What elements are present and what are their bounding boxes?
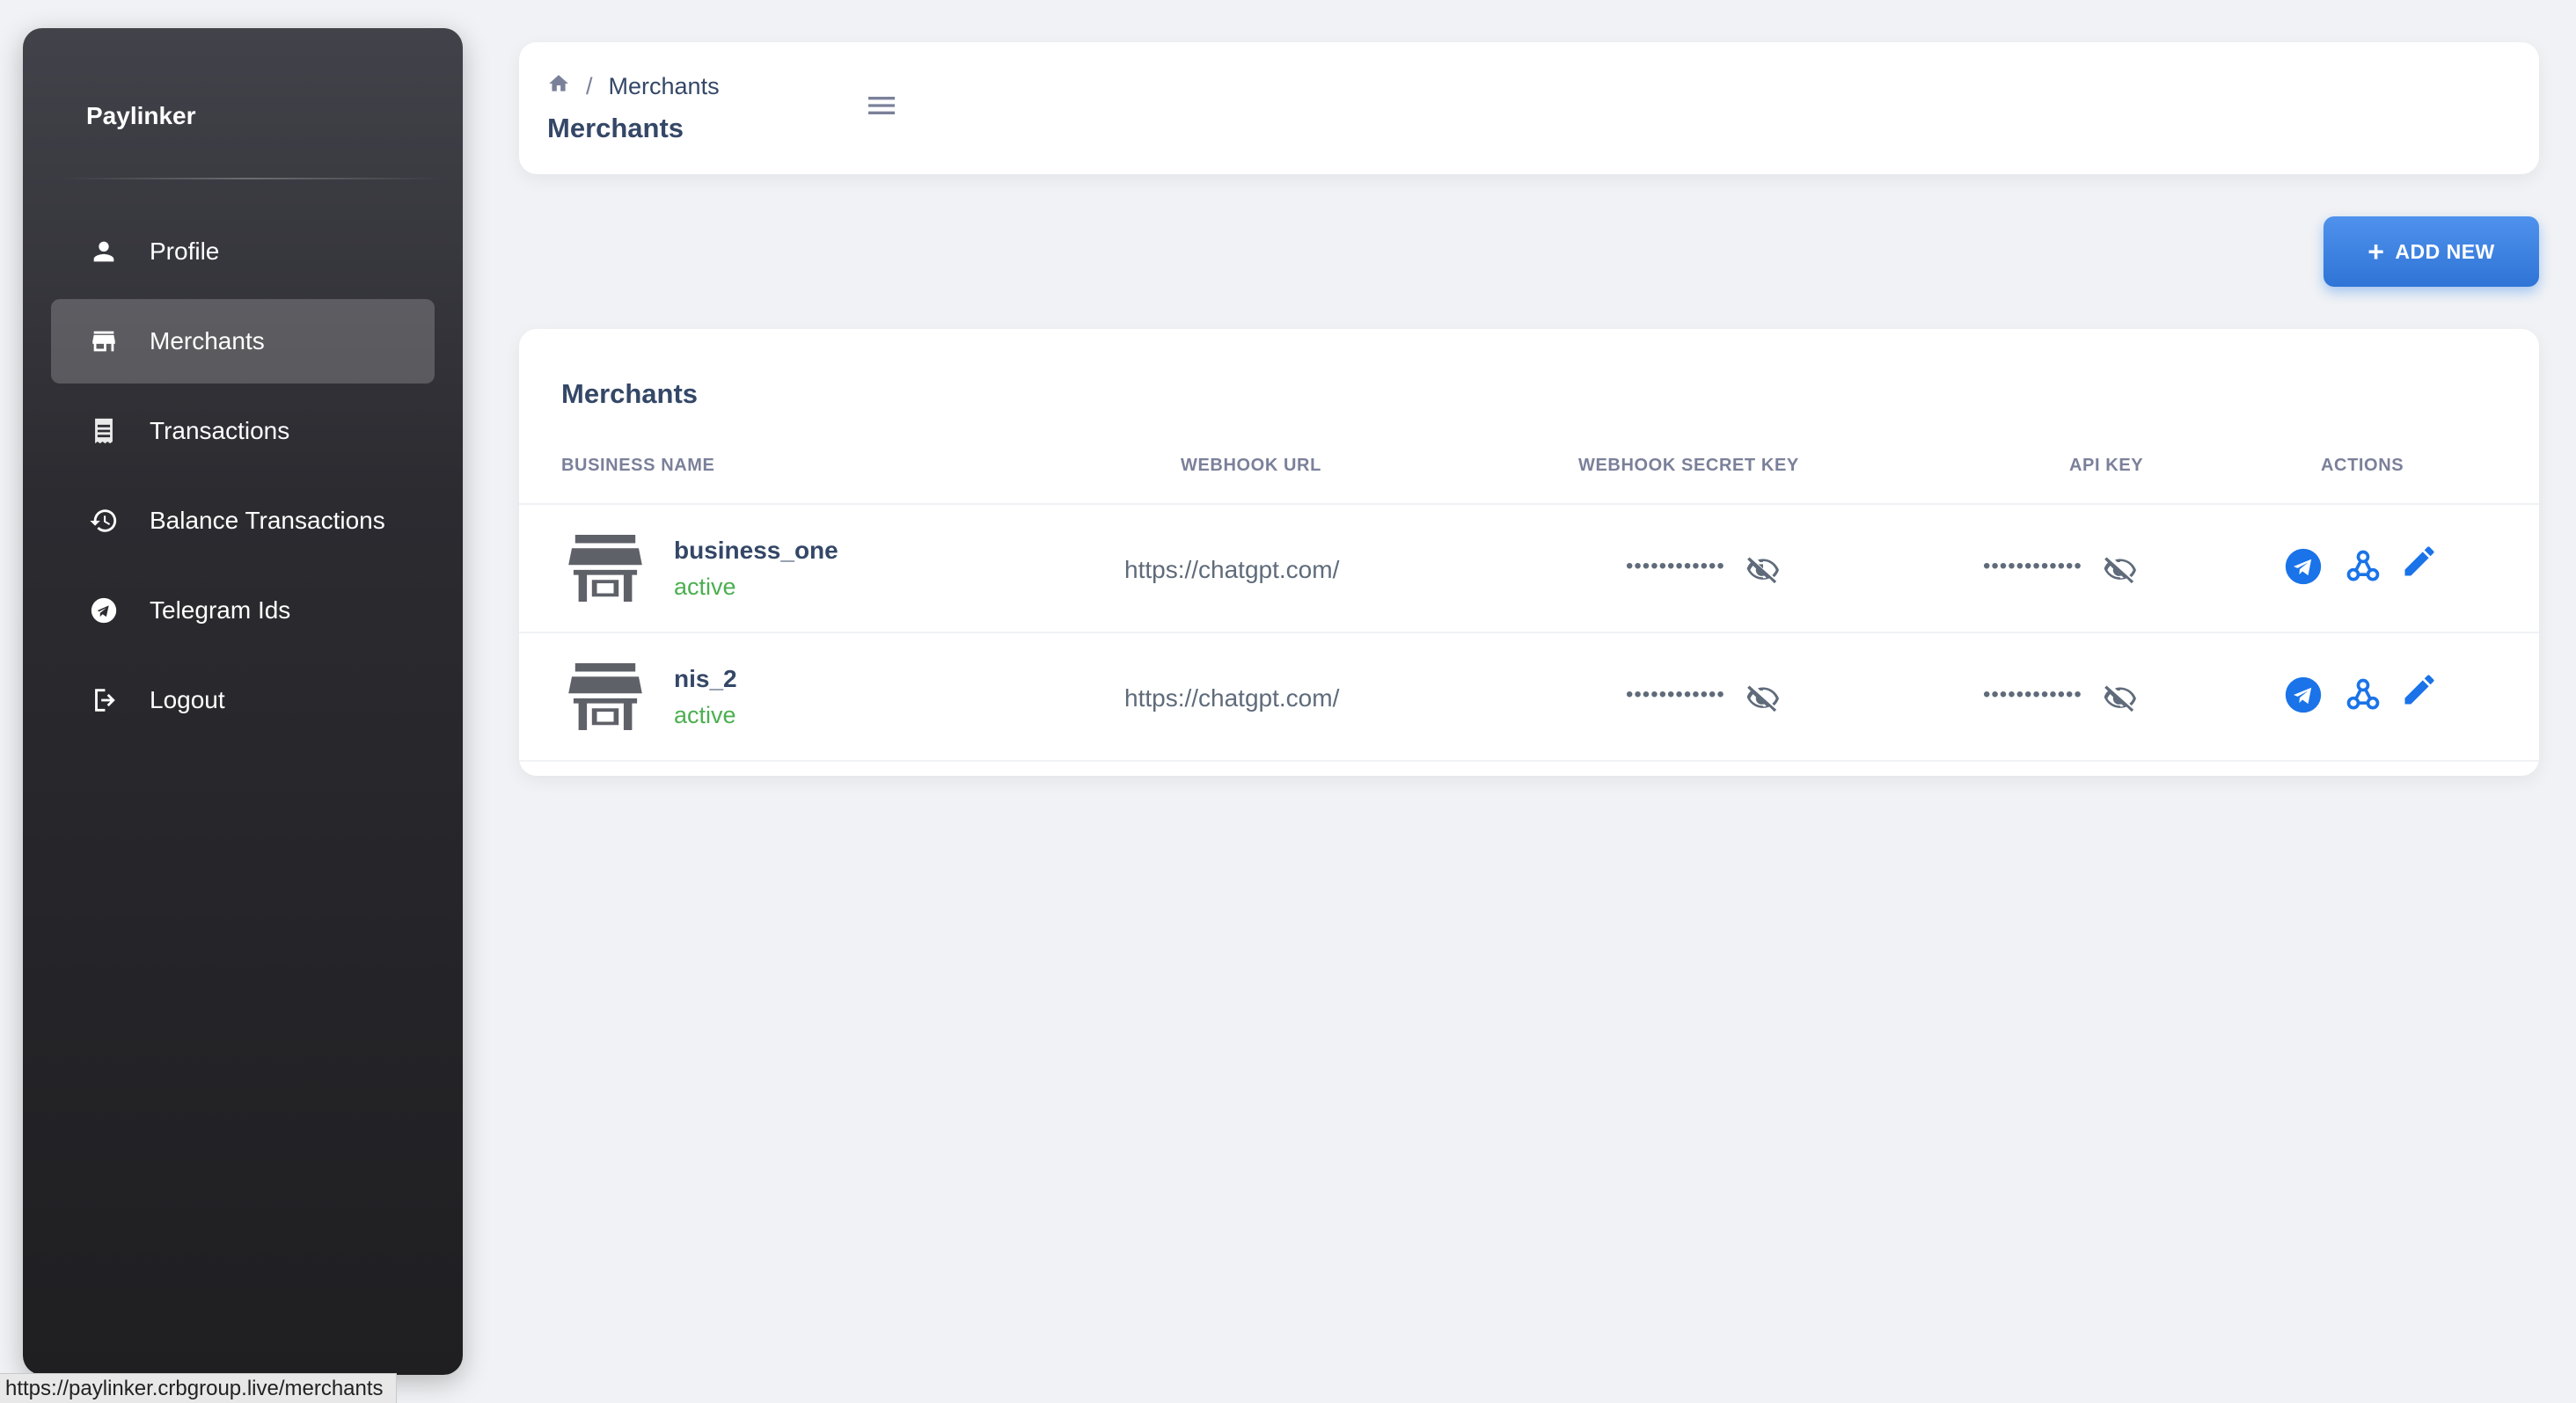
edit-icon[interactable]: [2400, 542, 2439, 581]
browser-status-url: https://paylinker.crbgroup.live/merchant…: [0, 1373, 397, 1403]
logout-icon: [86, 683, 121, 718]
sidebar-item-label: Telegram Ids: [150, 596, 291, 624]
sidebar-item-balance-transactions[interactable]: Balance Transactions: [51, 479, 435, 563]
edit-icon[interactable]: [2400, 670, 2439, 709]
sidebar-item-telegram-ids[interactable]: Telegram Ids: [51, 568, 435, 653]
column-header-webhook-url: WEBHOOK URL: [1181, 456, 1321, 475]
webhook-url: https://chatgpt.com/: [1124, 684, 1340, 712]
sidebar-divider: [58, 178, 445, 179]
api-key-masked: ••••••••••••: [1983, 554, 2082, 578]
receipt-icon: [86, 413, 121, 449]
sidebar-item-label: Profile: [150, 237, 220, 265]
telegram-icon[interactable]: [2284, 547, 2323, 586]
webhook-secret-masked: ••••••••••••: [1626, 554, 1725, 578]
store-icon: [86, 324, 121, 359]
eye-off-icon[interactable]: [2103, 552, 2138, 588]
api-key-masked: ••••••••••••: [1983, 683, 2082, 706]
card-title: Merchants: [561, 378, 699, 409]
store-icon: [568, 535, 642, 602]
telegram-icon: [86, 593, 121, 628]
plus-icon: +: [2367, 236, 2385, 267]
row-divider: [519, 760, 2539, 762]
brand-name[interactable]: Paylinker: [86, 102, 196, 130]
add-new-label: ADD NEW: [2395, 239, 2495, 263]
person-icon: [86, 234, 121, 269]
sidebar-item-label: Balance Transactions: [150, 507, 385, 534]
breadcrumb-separator: /: [586, 73, 593, 99]
webhook-icon[interactable]: [2344, 547, 2382, 586]
telegram-icon[interactable]: [2284, 676, 2323, 714]
column-header-webhook-secret-key: WEBHOOK SECRET KEY: [1578, 456, 1799, 475]
sidebar-item-merchants[interactable]: Merchants: [51, 299, 435, 384]
merchants-card: Merchants BUSINESS NAME WEBHOOK URL WEBH…: [519, 329, 2539, 776]
sidebar-item-label: Merchants: [150, 327, 265, 354]
store-icon: [568, 663, 642, 730]
page-title: Merchants: [547, 113, 684, 143]
eye-off-icon[interactable]: [2103, 681, 2138, 716]
breadcrumb-current: Merchants: [608, 73, 720, 99]
sidebar: Paylinker Profile Merchants Transactions…: [23, 28, 463, 1375]
business-name: nis_2: [674, 665, 737, 692]
business-name: business_one: [674, 537, 838, 564]
column-header-actions: ACTIONS: [2321, 456, 2404, 475]
sidebar-item-transactions[interactable]: Transactions: [51, 389, 435, 473]
webhook-url: https://chatgpt.com/: [1124, 556, 1340, 583]
webhook-icon[interactable]: [2344, 676, 2382, 714]
page-header: / Merchants Merchants: [519, 42, 2539, 174]
sidebar-nav: Profile Merchants Transactions Balance T…: [51, 209, 435, 748]
sidebar-item-logout[interactable]: Logout: [51, 658, 435, 742]
status-badge: active: [674, 702, 736, 728]
eye-off-icon[interactable]: [1745, 552, 1781, 588]
status-badge: active: [674, 574, 736, 600]
home-icon[interactable]: [547, 72, 570, 101]
breadcrumb: / Merchants: [547, 72, 720, 101]
menu-icon[interactable]: [862, 86, 901, 125]
eye-off-icon[interactable]: [1745, 681, 1781, 716]
table-row: business_one active https://chatgpt.com/…: [519, 505, 2539, 632]
add-new-button[interactable]: + ADD NEW: [2324, 216, 2539, 287]
column-header-business-name: BUSINESS NAME: [561, 456, 715, 475]
history-icon: [86, 503, 121, 538]
sidebar-item-label: Transactions: [150, 417, 290, 444]
table-row: nis_2 active https://chatgpt.com/ ••••••…: [519, 633, 2539, 760]
column-header-api-key: API KEY: [2069, 456, 2144, 475]
sidebar-item-profile[interactable]: Profile: [51, 209, 435, 294]
sidebar-item-label: Logout: [150, 686, 225, 713]
webhook-secret-masked: ••••••••••••: [1626, 683, 1725, 706]
